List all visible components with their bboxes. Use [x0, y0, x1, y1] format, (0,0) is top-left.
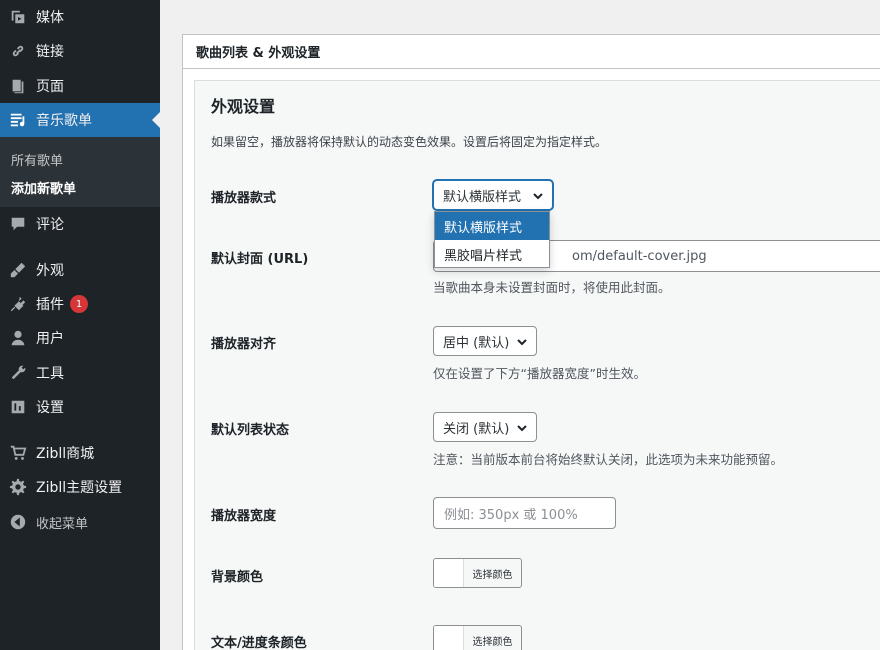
- settings-icon: [8, 397, 28, 417]
- player-style-value: 默认横版样式: [443, 189, 522, 205]
- postbox-title: 歌曲列表 & 外观设置: [183, 35, 880, 69]
- chevron-down-icon: [532, 190, 544, 202]
- admin-sidebar: 媒体 链接 页面 音乐歌单 所有歌单 添加新歌单 评论 外观 插件 1 用户 工…: [0, 0, 160, 650]
- player-align-label: 播放器对齐: [211, 337, 277, 352]
- menu-item-media[interactable]: 媒体: [0, 0, 160, 34]
- media-icon: [8, 7, 28, 27]
- select-color-label: 选择颜色: [472, 636, 513, 648]
- wrench-icon: [8, 363, 28, 383]
- default-cover-label: 默认封面 (URL): [211, 252, 309, 267]
- default-cover-description: 当歌曲本身未设置封面时，将使用此封面。: [433, 280, 671, 295]
- player-width-label: 播放器宽度: [211, 509, 277, 524]
- text-color-label: 文本/进度条颜色: [211, 636, 307, 650]
- cart-icon: [8, 443, 28, 463]
- player-align-description: 仅在设置了下方“播放器宽度”时生效。: [433, 366, 646, 381]
- menu-item-zibll-theme-settings[interactable]: Zibll主题设置: [0, 470, 160, 504]
- color-swatch: [434, 559, 464, 587]
- player-align-select[interactable]: 居中 (默认): [433, 326, 537, 356]
- playlist-submenu: 所有歌单 添加新歌单: [0, 137, 160, 207]
- update-count-badge: 1: [70, 295, 88, 313]
- menu-label: 音乐歌单: [36, 113, 92, 129]
- default-cover-value: om/default-cover.jpg: [572, 248, 707, 264]
- menu-label: 插件: [36, 297, 64, 313]
- menu-label: 外观: [36, 263, 64, 279]
- menu-item-appearance[interactable]: 外观: [0, 253, 160, 287]
- color-swatch: [434, 626, 464, 650]
- menu-label: 评论: [36, 217, 64, 233]
- comment-icon: [8, 214, 28, 234]
- menu-label: Zibll主题设置: [36, 480, 123, 496]
- submenu-all-playlists[interactable]: 所有歌单: [11, 150, 63, 169]
- gear-icon: [8, 477, 28, 497]
- collapse-arrow-icon: [8, 512, 28, 532]
- menu-label: 工具: [36, 366, 64, 382]
- user-icon: [8, 328, 28, 348]
- player-style-label: 播放器款式: [211, 191, 277, 206]
- list-state-label: 默认列表状态: [211, 423, 290, 438]
- page-icon: [8, 76, 28, 96]
- plugin-icon: [8, 294, 28, 314]
- playlist-icon: [8, 110, 28, 130]
- menu-item-users[interactable]: 用户: [0, 321, 160, 355]
- list-state-description: 注意：当前版本前台将始终默认关闭，此选项为未来功能预留。: [433, 452, 784, 467]
- player-style-select[interactable]: 默认横版样式: [433, 180, 553, 210]
- menu-item-zibll-shop[interactable]: Zibll商城: [0, 436, 160, 470]
- section-title: 外观设置: [211, 97, 276, 116]
- chevron-down-icon: [516, 422, 528, 434]
- menu-label: 页面: [36, 79, 64, 95]
- appearance-icon: [8, 260, 28, 280]
- option-vinyl-style[interactable]: 黑胶唱片样式: [435, 240, 549, 268]
- menu-label: 媒体: [36, 10, 64, 26]
- menu-label: 链接: [36, 44, 64, 60]
- chevron-down-icon: [516, 336, 528, 348]
- player-align-value: 居中 (默认): [443, 335, 510, 351]
- list-state-select[interactable]: 关闭 (默认): [433, 412, 537, 442]
- menu-label: 用户: [36, 331, 64, 347]
- collapse-menu-label: 收起菜单: [36, 516, 89, 532]
- menu-item-links[interactable]: 链接: [0, 34, 160, 68]
- menu-item-settings[interactable]: 设置: [0, 390, 160, 424]
- player-style-dropdown: 默认横版样式 黑胶唱片样式: [434, 211, 550, 268]
- menu-label: 设置: [36, 400, 64, 416]
- option-horizontal-style[interactable]: 默认横版样式: [435, 212, 549, 240]
- section-description: 如果留空，播放器将保持默认的动态变色效果。设置后将固定为指定样式。: [211, 135, 608, 149]
- menu-item-pages[interactable]: 页面: [0, 69, 160, 103]
- submenu-add-new-playlist[interactable]: 添加新歌单: [11, 178, 76, 197]
- bg-color-label: 背景颜色: [211, 570, 264, 585]
- menu-item-music-playlist[interactable]: 音乐歌单: [0, 103, 160, 137]
- bg-color-picker-button[interactable]: 选择颜色: [433, 558, 522, 588]
- player-width-placeholder: 例如: 350px 或 100%: [444, 507, 578, 523]
- menu-item-comments[interactable]: 评论: [0, 207, 160, 241]
- menu-item-tools[interactable]: 工具: [0, 356, 160, 390]
- menu-item-plugins[interactable]: 插件 1: [0, 287, 160, 321]
- select-color-label: 选择颜色: [472, 569, 513, 581]
- text-color-picker-button[interactable]: 选择颜色: [433, 625, 522, 650]
- player-width-input[interactable]: 例如: 350px 或 100%: [433, 497, 616, 529]
- link-icon: [8, 41, 28, 61]
- list-state-value: 关闭 (默认): [443, 421, 510, 437]
- collapse-menu-button[interactable]: 收起菜单: [0, 505, 160, 539]
- menu-label: Zibll商城: [36, 446, 95, 462]
